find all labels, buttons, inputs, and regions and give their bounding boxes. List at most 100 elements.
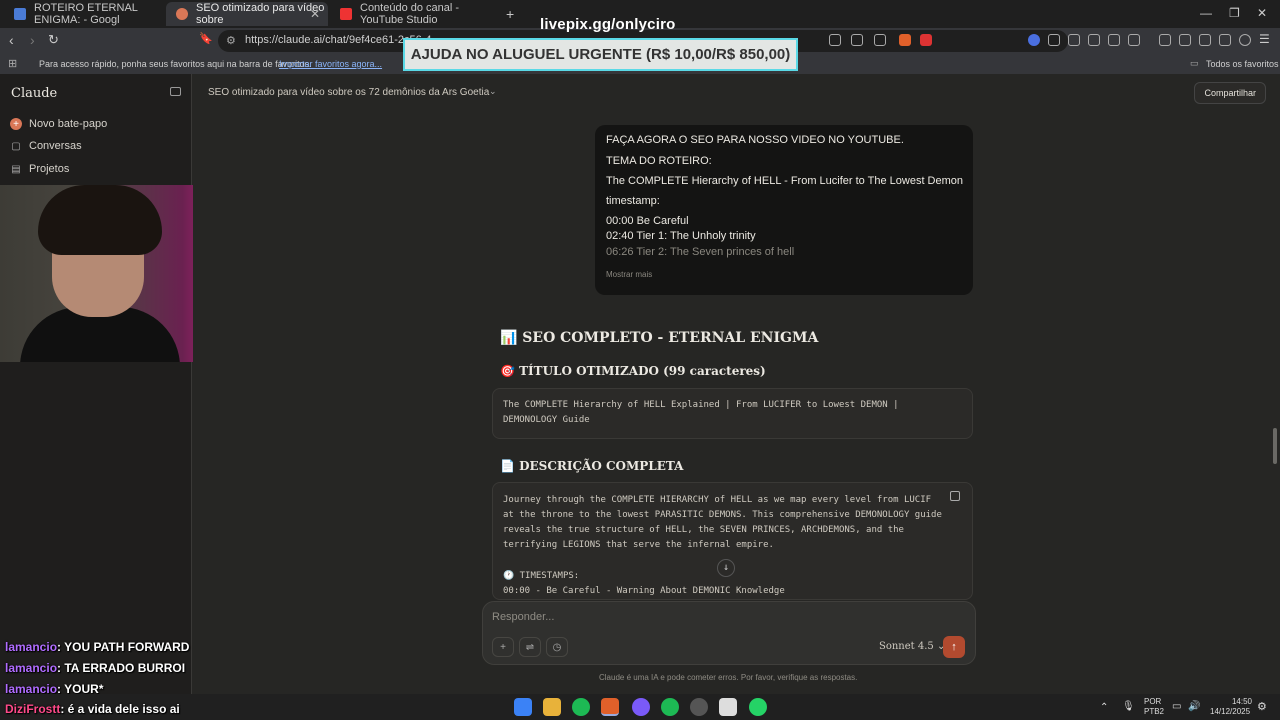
- history-clock-icon[interactable]: ◷: [546, 637, 568, 657]
- close-window-icon[interactable]: ✕: [1257, 6, 1267, 20]
- wallet-icon[interactable]: [1199, 34, 1211, 46]
- description-section-heading: 📄 DESCRIÇÃO COMPLETA: [500, 459, 684, 473]
- reply-input[interactable]: Responder...: [492, 611, 554, 623]
- message-line: 06:26 Tier 2: The Seven princes of hell: [606, 246, 795, 258]
- spotify-icon[interactable]: [572, 698, 590, 716]
- bookmark-icon[interactable]: 🔖: [199, 32, 213, 45]
- spotify-icon[interactable]: [661, 698, 679, 716]
- download-icon[interactable]: [1159, 34, 1171, 46]
- description-code-block: Journey through the COMPLETE HIERARCHY o…: [492, 482, 973, 600]
- claude-logo-text[interactable]: Claude: [11, 86, 57, 101]
- bookmarks-hint: Para acesso rápido, ponha seus favoritos…: [39, 59, 312, 69]
- chevron-down-icon[interactable]: ⌄: [489, 86, 497, 97]
- extensions-puzzle-icon[interactable]: [1108, 34, 1120, 46]
- youtube-icon: [340, 8, 352, 20]
- sidebar-item-conversations[interactable]: ▢ Conversas: [10, 140, 82, 152]
- whatsapp-icon[interactable]: [749, 698, 767, 716]
- sidebar-toggle-icon[interactable]: [170, 87, 181, 96]
- chat-text: : é a vida dele isso ai: [60, 702, 180, 716]
- leo-ai-icon[interactable]: [1219, 34, 1231, 46]
- send-button[interactable]: ↑: [943, 636, 965, 658]
- extension-icon[interactable]: [1048, 34, 1060, 46]
- clock-date[interactable]: 14/12/2025: [1210, 707, 1250, 716]
- extension-icon[interactable]: [1068, 34, 1080, 46]
- folder-icon: ▭: [1190, 58, 1199, 68]
- attach-plus-icon[interactable]: +: [492, 637, 514, 657]
- restore-icon[interactable]: ❐: [1229, 6, 1240, 20]
- rewards-icon[interactable]: [920, 34, 932, 46]
- tab-title: Conteúdo do canal - YouTube Studio: [360, 2, 460, 26]
- livepix-overlay-text: livepix.gg/onlyciro: [540, 16, 676, 33]
- tab-title: ROTEIRO ETERNAL ENIGMA: - Googl: [34, 2, 138, 26]
- apps-grid-icon[interactable]: ⊞: [8, 57, 17, 70]
- streamer-hair: [38, 185, 162, 255]
- new-tab-button[interactable]: +: [496, 2, 516, 26]
- obs-icon[interactable]: [632, 698, 650, 716]
- show-more-link[interactable]: Mostrar mais: [606, 270, 652, 279]
- chat-username: DiziFrostt: [5, 702, 61, 716]
- code-line: The COMPLETE Hierarchy of HELL Explained…: [503, 400, 899, 410]
- brave-shield-icon[interactable]: [899, 34, 911, 46]
- extension-icon[interactable]: [1028, 34, 1040, 46]
- wallet-icon[interactable]: [1128, 34, 1140, 46]
- sidebar-item-projects[interactable]: ▤ Projetos: [10, 163, 69, 175]
- title-section-heading: 🎯 TÍTULO OTIMIZADO (99 caracteres): [500, 364, 766, 378]
- back-icon[interactable]: ‹: [9, 32, 14, 48]
- menu-icon[interactable]: ☰: [1259, 32, 1270, 46]
- minimize-icon[interactable]: —: [1200, 6, 1212, 20]
- sidebar-item-label: Conversas: [29, 140, 82, 152]
- code-line: DEMONOLOGY Guide: [503, 415, 590, 425]
- chat-main: SEO otimizado para vídeo sobre os 72 dem…: [193, 74, 1280, 694]
- model-selector[interactable]: Sonnet 4.5 ⌄: [879, 641, 945, 652]
- tab-roteiro[interactable]: ROTEIRO ETERNAL ENIGMA: - Googl: [4, 2, 164, 26]
- message-line: 00:00 Be Careful: [606, 215, 689, 227]
- title-code-block: The COMPLETE Hierarchy of HELL Explained…: [492, 388, 973, 439]
- microphone-icon[interactable]: 🎙: [1122, 701, 1135, 712]
- sidebar-item-new-chat[interactable]: + Novo bate-papo: [10, 118, 107, 130]
- chevron-up-icon[interactable]: ⌃: [1100, 702, 1108, 713]
- folder-icon: ▤: [11, 163, 21, 175]
- sidebar-item-label: Novo bate-papo: [29, 118, 108, 130]
- donation-goal-banner: AJUDA NO ALUGUEL URGENTE (R$ 10,00/R$ 85…: [403, 38, 798, 71]
- import-bookmarks-link[interactable]: Importar favoritos agora...: [279, 59, 382, 69]
- reader-icon[interactable]: [851, 34, 863, 46]
- message-line: FAÇA AGORA O SEO PARA NOSSO VIDEO NO YOU…: [606, 134, 904, 146]
- claude-sidebar: Claude + Novo bate-papo ▢ Conversas ▤ Pr…: [0, 74, 192, 694]
- copy-icon[interactable]: [950, 491, 960, 501]
- windows-taskbar: ⌃ 🎙 POR PTB2 ▭ 🔊 14:50 14/12/2025 ⚙: [0, 694, 1280, 720]
- file-explorer-icon[interactable]: [543, 698, 561, 716]
- share-button[interactable]: Compartilhar: [1194, 82, 1266, 104]
- site-info-icon[interactable]: ⚙: [226, 34, 236, 47]
- keyboard-language[interactable]: POR: [1144, 697, 1161, 706]
- install-app-icon[interactable]: [829, 34, 841, 46]
- brave-browser-icon[interactable]: [601, 698, 619, 716]
- all-bookmarks-link[interactable]: Todos os favoritos: [1206, 59, 1279, 69]
- tab-claude[interactable]: SEO otimizado para vídeo sobre ✕: [166, 2, 328, 26]
- tab-youtube-studio[interactable]: Conteúdo do canal - YouTube Studio: [330, 2, 495, 26]
- forward-icon[interactable]: ›: [30, 32, 35, 48]
- capcut-icon[interactable]: [719, 698, 737, 716]
- code-line: reveals the true structure of HELL, the …: [503, 525, 904, 535]
- windows-start-icon[interactable]: [514, 698, 532, 716]
- sidebar-toggle-icon[interactable]: [1179, 34, 1191, 46]
- chat-title[interactable]: SEO otimizado para vídeo sobre os 72 dem…: [208, 87, 489, 98]
- keyboard-layout[interactable]: PTB2: [1144, 707, 1164, 716]
- clock-time[interactable]: 14:50: [1230, 697, 1252, 706]
- settings-gear-icon[interactable]: ⚙: [1257, 700, 1267, 713]
- code-line: at the throne to the lowest PARASITIC DE…: [503, 510, 942, 520]
- share-icon[interactable]: [874, 34, 886, 46]
- scroll-down-icon[interactable]: ↓: [717, 559, 735, 577]
- volume-icon[interactable]: 🔊: [1188, 701, 1200, 712]
- network-icon[interactable]: ▭: [1172, 701, 1181, 712]
- vpn-icon[interactable]: [1239, 34, 1251, 46]
- grammarly-icon[interactable]: [1088, 34, 1100, 46]
- chat-bubble-icon: ▢: [11, 140, 21, 152]
- message-line: TEMA DO ROTEIRO:: [606, 155, 712, 167]
- close-tab-icon[interactable]: ✕: [310, 7, 320, 21]
- steam-icon[interactable]: [690, 698, 708, 716]
- reply-composer[interactable]: Responder... + ⇌ ◷ Sonnet 4.5 ⌄ ↑: [482, 601, 976, 665]
- scrollbar-thumb[interactable]: [1273, 428, 1277, 464]
- reload-icon[interactable]: ↻: [48, 32, 59, 48]
- sidebar-item-label: Projetos: [29, 163, 70, 175]
- tools-sliders-icon[interactable]: ⇌: [519, 637, 541, 657]
